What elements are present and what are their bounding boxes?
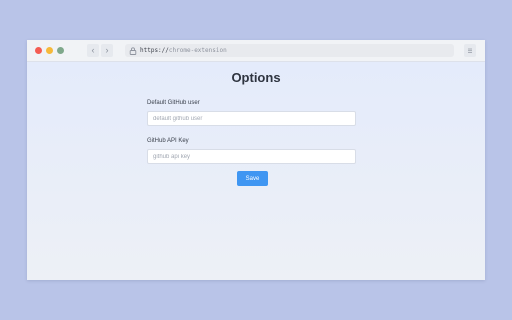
options-page: Options Default GitHub user GitHub API K… — [27, 62, 485, 280]
url-scheme: https:// — [140, 47, 169, 54]
github-user-label: Default GitHub user — [147, 100, 200, 106]
close-window-button[interactable] — [35, 47, 42, 54]
back-button[interactable]: ‹ — [87, 44, 99, 57]
lock-icon — [129, 46, 137, 55]
github-user-input[interactable] — [147, 111, 356, 126]
github-api-key-input[interactable] — [147, 149, 356, 164]
url-host: chrome-extension — [168, 47, 227, 54]
maximize-window-button[interactable] — [57, 47, 64, 54]
page-title: Options — [231, 70, 281, 85]
url-text: https://chrome-extension — [140, 47, 227, 54]
browser-menu-button[interactable] — [464, 44, 476, 57]
menu-icon — [468, 48, 472, 53]
browser-window: ‹ › https://chrome-extension Options Def… — [27, 40, 485, 280]
chevron-right-icon: › — [105, 45, 109, 55]
address-bar[interactable]: https://chrome-extension — [125, 44, 454, 57]
save-button[interactable]: Save — [237, 171, 268, 186]
chevron-left-icon: ‹ — [91, 45, 95, 55]
github-api-key-label: GitHub API Key — [147, 138, 189, 144]
browser-toolbar: ‹ › https://chrome-extension — [27, 40, 485, 62]
minimize-window-button[interactable] — [46, 47, 53, 54]
forward-button[interactable]: › — [101, 44, 113, 57]
